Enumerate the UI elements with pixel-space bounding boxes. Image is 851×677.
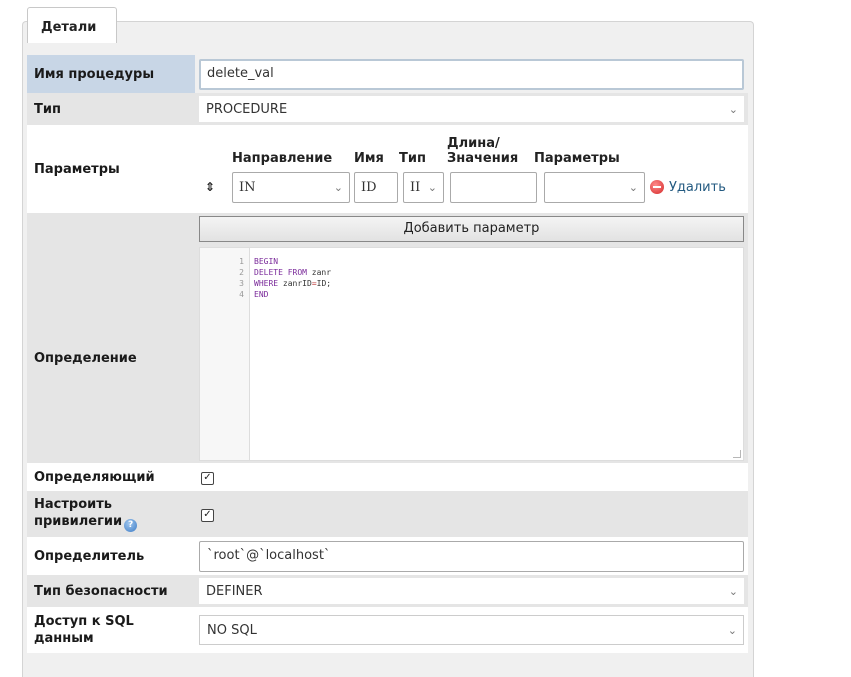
code-line: END	[254, 289, 331, 300]
security-type-select[interactable]: DEFINER ⌄	[199, 578, 744, 604]
code-text: zanrID	[278, 279, 312, 288]
sql-access-label: Доступ к SQL данным	[27, 607, 195, 653]
param-type-select[interactable]: II ⌄	[403, 171, 444, 203]
row-adjust-privileges: Настроить привилегии? ✓	[27, 491, 748, 537]
sql-access-label-line1: Доступ к SQL	[34, 614, 134, 629]
type-select-value: PROCEDURE	[206, 101, 288, 117]
help-icon[interactable]: ?	[124, 519, 138, 532]
line-number: 2	[239, 268, 244, 277]
routine-name-label: Имя процедуры	[27, 55, 195, 93]
deterministic-checkbox[interactable]: ✓	[201, 471, 214, 485]
type-label: Тип	[27, 93, 195, 125]
param-type-value: II	[410, 179, 421, 195]
adjust-privileges-label-line2: привилегии	[34, 514, 123, 529]
code-keyword: WHERE	[254, 279, 279, 288]
row-parameters: Параметры Направление Имя Тип Длина/ Зна…	[27, 125, 748, 213]
routine-name-input[interactable]: delete_val	[199, 58, 744, 90]
col-name-header: Имя	[354, 150, 384, 166]
definition-label: Определение	[27, 213, 195, 463]
sql-access-select[interactable]: NO SQL ⌄	[199, 615, 744, 645]
param-length-input[interactable]	[450, 171, 537, 203]
delete-param-link[interactable]: Удалить	[669, 180, 726, 195]
chevron-down-icon: ⌄	[727, 623, 737, 637]
code-line: WHERE zanrID=ID;	[254, 278, 331, 289]
param-name-input[interactable]: ID	[354, 171, 398, 203]
adjust-privileges-label-line1: Настроить	[34, 497, 112, 512]
parameter-row: ⇕ IN ⌄ ID II ⌄ ⌄ Удалить	[195, 171, 744, 203]
chevron-down-icon: ⌄	[427, 180, 437, 194]
type-select[interactable]: PROCEDURE ⌄	[199, 96, 744, 122]
resize-handle-icon[interactable]	[733, 450, 741, 458]
drag-handle-icon[interactable]: ⇕	[195, 180, 232, 194]
row-type: Тип PROCEDURE ⌄	[27, 93, 748, 125]
delete-icon[interactable]	[650, 180, 664, 194]
row-security-type: Тип безопасности DEFINER ⌄	[27, 575, 748, 607]
line-numbers: 1 2 3 4	[200, 248, 250, 460]
line-number: 4	[239, 290, 244, 299]
code-text: zanr	[306, 268, 332, 277]
param-name-value: ID	[361, 179, 377, 195]
adjust-privileges-checkbox[interactable]: ✓	[201, 508, 214, 522]
add-parameter-button[interactable]: Добавить параметр	[199, 216, 744, 242]
param-direction-select[interactable]: IN ⌄	[232, 171, 350, 203]
adjust-privileges-label: Настроить привилегии?	[27, 491, 195, 537]
code-keyword: DELETE FROM	[254, 268, 307, 277]
col-direction-header: Направление	[232, 150, 333, 166]
line-number: 3	[239, 279, 244, 288]
row-deterministic: Определяющий ✓	[27, 463, 748, 491]
param-options-select[interactable]: ⌄	[544, 171, 645, 203]
col-type-header: Тип	[399, 150, 426, 166]
parameters-label: Параметры	[27, 125, 195, 213]
row-routine-name: Имя процедуры delete_val	[27, 55, 748, 93]
security-type-value: DEFINER	[206, 583, 263, 599]
deterministic-label: Определяющий	[27, 463, 195, 491]
col-length-header-line1: Длина/	[447, 135, 500, 151]
row-definition: Определение Добавить параметр 1 2 3 4 BE…	[27, 213, 748, 463]
col-length-header: Длина/ Значения	[447, 136, 534, 166]
code-keyword: BEGIN	[254, 257, 279, 266]
param-direction-value: IN	[239, 179, 256, 195]
definer-input[interactable]: `root`@`localhost`	[199, 540, 744, 572]
row-definer: Определитель `root`@`localhost`	[27, 537, 748, 575]
chevron-down-icon: ⌄	[628, 180, 638, 194]
chevron-down-icon: ⌄	[728, 584, 738, 598]
code-content: BEGIN DELETE FROM zanr WHERE zanrID=ID; …	[250, 248, 331, 460]
code-line: BEGIN	[254, 256, 331, 267]
definer-label: Определитель	[27, 537, 195, 575]
chevron-down-icon: ⌄	[333, 180, 343, 194]
security-type-label: Тип безопасности	[27, 575, 195, 607]
code-text: ID;	[316, 279, 332, 288]
line-number: 1	[239, 257, 244, 266]
routine-form: Имя процедуры delete_val Тип PROCEDURE ⌄…	[27, 55, 748, 653]
code-keyword: END	[254, 290, 269, 299]
parameters-header: Направление Имя Тип Длина/ Значения Пара…	[195, 136, 744, 166]
sql-access-value: NO SQL	[207, 622, 257, 638]
tab-details[interactable]: Детали	[27, 7, 117, 43]
row-sql-access: Доступ к SQL данным NO SQL ⌄	[27, 607, 748, 653]
code-line: DELETE FROM zanr	[254, 267, 331, 278]
code-editor[interactable]: 1 2 3 4 BEGIN DELETE FROM zanr WHERE zan…	[199, 247, 744, 461]
sql-access-label-line2: данным	[34, 631, 94, 646]
col-options-header: Параметры	[534, 150, 620, 166]
col-length-header-line2: Значения	[447, 150, 519, 166]
chevron-down-icon: ⌄	[728, 102, 738, 116]
